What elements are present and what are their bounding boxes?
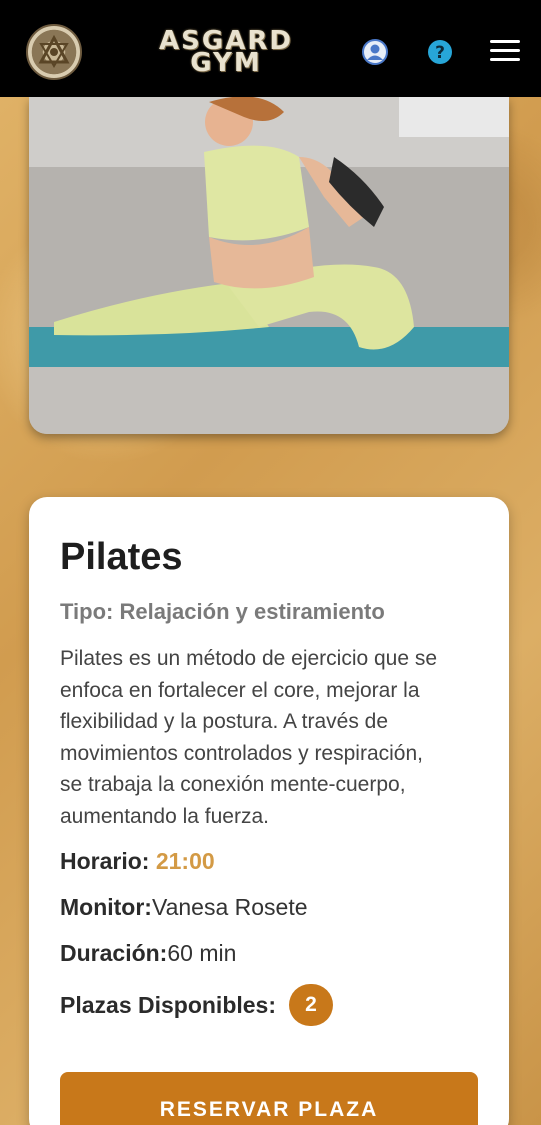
logo-emblem-icon[interactable]	[26, 24, 82, 80]
available-spots-badge: 2	[289, 984, 334, 1026]
schedule-label: Horario:	[60, 848, 150, 874]
help-icon[interactable]: ?	[426, 38, 454, 66]
schedule-value: 21:00	[155, 848, 215, 874]
monitor-value: Vanesa Rosete	[151, 894, 308, 920]
user-icon[interactable]	[361, 38, 389, 66]
class-description: Pilates es un método de ejercicio que se…	[60, 647, 438, 828]
class-detail-card: Pilates Tipo: Relajación y estiramiento …	[29, 497, 509, 1125]
reserve-button[interactable]: RESERVAR PLAZA	[60, 1072, 478, 1125]
class-photo	[29, 97, 509, 434]
available-spots-row: Plazas Disponibles: 2	[60, 984, 478, 1026]
menu-icon[interactable]	[490, 40, 520, 64]
svg-text:?: ?	[435, 43, 445, 63]
monitor-row: Monitor:Vanesa Rosete	[60, 892, 478, 922]
duration-label: Duración:	[60, 940, 168, 966]
app-header: ASGARD GYM ?	[0, 0, 541, 97]
schedule-row: Horario: 21:00	[60, 846, 478, 876]
brand-logo[interactable]: ASGARD GYM	[134, 28, 318, 78]
duration-row: Duración:60 min	[60, 938, 478, 968]
class-title: Pilates	[60, 536, 183, 578]
available-spots-label: Plazas Disponibles:	[60, 992, 277, 1018]
duration-value: 60 min	[167, 940, 237, 966]
monitor-label: Monitor:	[60, 894, 152, 920]
class-type: Tipo: Relajación y estiramiento	[60, 599, 385, 624]
